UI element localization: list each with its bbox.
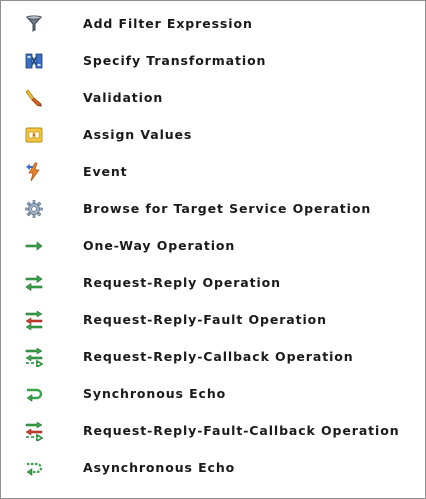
list-item: Request-Reply-Fault-Callback Operation [1, 420, 425, 457]
assign-values-icon [24, 125, 44, 145]
filter-funnel-icon [24, 14, 44, 34]
one-way-arrow-icon [24, 236, 44, 256]
legend-label: Specify Transformation [83, 53, 267, 68]
request-reply-fault-arrows-icon [24, 310, 44, 330]
list-item: Specify Transformation [1, 50, 425, 87]
list-item: Assign Values [1, 124, 425, 161]
legend-label: Request-Reply-Fault-Callback Operation [83, 423, 400, 438]
request-reply-fault-callback-arrows-icon [24, 421, 44, 441]
legend-list: Add Filter Expression Specify Transforma… [1, 13, 425, 494]
list-item: Add Filter Expression [1, 13, 425, 50]
legend-label: Browse for Target Service Operation [83, 201, 372, 216]
list-item: Request-Reply-Fault Operation [1, 309, 425, 346]
legend-label: Request-Reply-Callback Operation [83, 349, 354, 364]
icon-legend-panel: Add Filter Expression Specify Transforma… [0, 0, 426, 499]
transformation-icon [24, 51, 44, 71]
event-lightning-icon [24, 162, 44, 182]
list-item: Request-Reply Operation [1, 272, 425, 309]
legend-label: Validation [83, 90, 164, 105]
legend-label: Assign Values [83, 127, 193, 142]
list-item: Validation [1, 87, 425, 124]
list-item: Asynchronous Echo [1, 457, 425, 494]
legend-label: Add Filter Expression [83, 16, 253, 31]
list-item: Event [1, 161, 425, 198]
validation-brush-icon [24, 88, 44, 108]
synchronous-echo-icon [24, 384, 44, 404]
list-item: One-Way Operation [1, 235, 425, 272]
request-reply-callback-arrows-icon [24, 347, 44, 367]
list-item: Synchronous Echo [1, 383, 425, 420]
legend-label: Synchronous Echo [83, 386, 227, 401]
legend-label: One-Way Operation [83, 238, 236, 253]
legend-label: Asynchronous Echo [83, 460, 236, 475]
asynchronous-echo-icon [24, 458, 44, 478]
list-item: Browse for Target Service Operation [1, 198, 425, 235]
list-item: Request-Reply-Callback Operation [1, 346, 425, 383]
legend-label: Request-Reply Operation [83, 275, 281, 290]
legend-label: Request-Reply-Fault Operation [83, 312, 327, 327]
request-reply-arrows-icon [24, 273, 44, 293]
browse-gear-icon [24, 199, 44, 219]
legend-label: Event [83, 164, 128, 179]
